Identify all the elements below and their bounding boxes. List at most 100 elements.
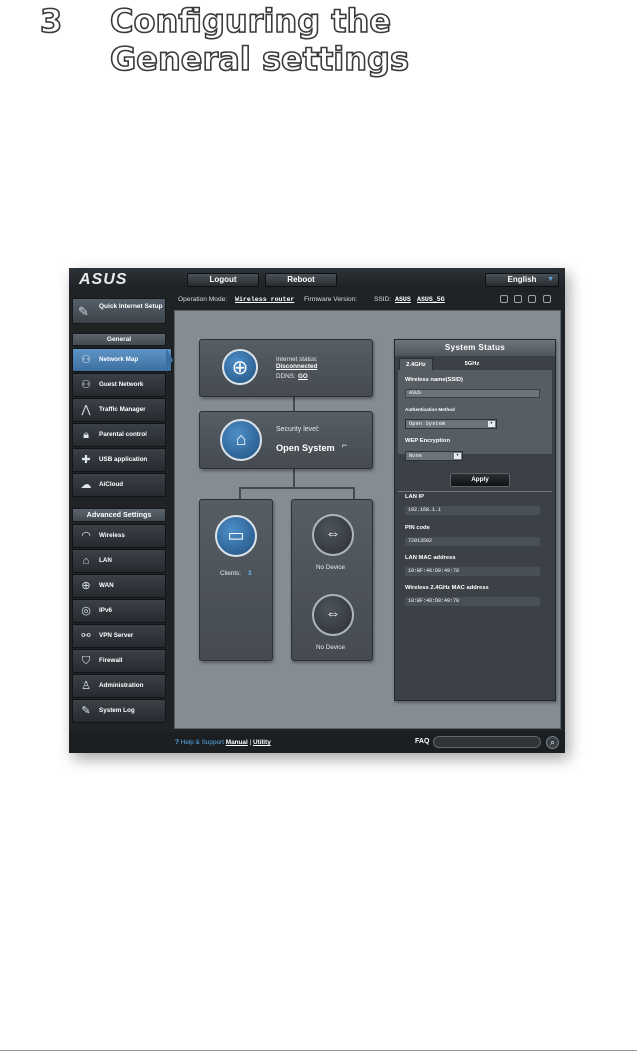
- lan-mac-value: 10:BF:48:D8:49:78: [405, 567, 540, 576]
- system-status-panel: System Status 2.4GHz 5GHz Wireless name(…: [394, 339, 556, 701]
- lan-mac-label: LAN MAC address: [405, 555, 456, 561]
- nav-label: LAN: [99, 557, 112, 564]
- ddns-go-link[interactable]: GO: [298, 373, 308, 380]
- quick-internet-setup-button[interactable]: ✎ Quick Internet Setup: [72, 298, 166, 324]
- nav-system-log[interactable]: ✎ System Log: [72, 699, 166, 723]
- router-icon: ⌂: [220, 419, 262, 461]
- nav-wan[interactable]: ⊕ WAN: [72, 574, 166, 598]
- tab-24ghz[interactable]: 2.4GHz: [399, 358, 433, 370]
- usb-devices-card[interactable]: ⇔ No Device ⇔ No Device: [291, 499, 373, 661]
- nav-vpn-server[interactable]: ⚯ VPN Server: [72, 624, 166, 648]
- ipv6-icon: ◎: [81, 605, 91, 617]
- wireless-mac-label: Wireless 2.4GHz MAC address: [405, 585, 489, 591]
- advanced-settings-header: Advanced Settings: [72, 508, 166, 522]
- help-icon: ❓︎: [175, 739, 179, 746]
- usb-application-icon: ✚: [81, 454, 91, 466]
- system-status-title: System Status: [395, 340, 555, 356]
- nav-administration[interactable]: ♙ Administration: [72, 674, 166, 698]
- ddns-label: DDNS:: [276, 373, 296, 380]
- usb-icon: ⇔: [312, 514, 354, 556]
- system-log-icon: ✎: [81, 705, 91, 717]
- nav-label: Traffic Manager: [99, 406, 146, 413]
- client-status-icon[interactable]: [500, 295, 508, 303]
- connector-line: [353, 487, 355, 499]
- language-select[interactable]: English ▼: [485, 273, 559, 287]
- wireless-mac-value: 10:BF:48:D8:49:78: [405, 597, 540, 606]
- clients-count-link[interactable]: 3: [248, 570, 252, 577]
- internet-status-label: Internet status:: [276, 356, 318, 363]
- search-icon[interactable]: ⌕: [546, 736, 559, 749]
- nav-traffic-manager[interactable]: ⋀ Traffic Manager: [72, 398, 166, 422]
- nav-label: Firewall: [99, 657, 123, 664]
- reboot-button[interactable]: Reboot: [265, 273, 337, 287]
- language-label: English: [507, 275, 537, 284]
- pin-code-value: 72013502: [405, 537, 540, 546]
- apply-button[interactable]: Apply: [450, 473, 510, 487]
- network-map-panel: ⊕ Internet status: Disconnected DDNS: GO…: [174, 310, 561, 729]
- network-map-icon: ⚇: [81, 354, 91, 366]
- copy-status-icon[interactable]: [514, 295, 522, 303]
- nav-firewall[interactable]: ⛉ Firewall: [72, 649, 166, 673]
- help-support: ❓︎ Help & Support Manual | Utility: [175, 739, 271, 747]
- lan-ip-value: 192.168.1.1: [405, 506, 540, 515]
- ssid-link-24[interactable]: ASUS: [395, 296, 411, 303]
- lan-icon: ⌂: [82, 555, 90, 567]
- traffic-manager-icon: ⋀: [81, 404, 91, 416]
- monitor-icon: ▭: [215, 515, 257, 557]
- nav-lan[interactable]: ⌂ LAN: [72, 549, 166, 573]
- internet-status-link[interactable]: Disconnected: [276, 363, 317, 370]
- section-number: 3: [39, 1, 63, 41]
- connector-line: [293, 469, 295, 487]
- help-support-label: Help & Support: [180, 739, 224, 746]
- nav-label: System Log: [99, 707, 135, 714]
- usb-2-status: No Device: [316, 644, 346, 651]
- operation-mode-label: Operation Mode:: [178, 296, 228, 303]
- ssid-label: SSID:: [374, 296, 392, 303]
- quick-setup-label: Quick Internet Setup: [99, 303, 163, 310]
- faq-search-input[interactable]: [433, 736, 541, 748]
- nav-parental-control[interactable]: 🔒︎ Parental control: [72, 423, 166, 447]
- ssid-link-5[interactable]: ASUS_5G: [417, 296, 445, 303]
- wireless-icon: ◠: [81, 530, 91, 542]
- nav-network-map[interactable]: ⚇ Network Map: [72, 348, 172, 372]
- nav-usb-application[interactable]: ✚ USB application: [72, 448, 166, 472]
- parental-control-icon: 🔒︎: [83, 429, 89, 441]
- nav-label: Network Map: [99, 356, 139, 363]
- router-admin-screenshot: ASUS Logout Reboot English ▼ Operation M…: [69, 268, 565, 753]
- ssid-input[interactable]: ASUS: [405, 389, 540, 398]
- manual-link[interactable]: Manual: [226, 739, 248, 746]
- vpn-server-icon: ⚯: [81, 630, 91, 642]
- nav-label: IPv6: [99, 607, 112, 614]
- logout-button[interactable]: Logout: [187, 273, 259, 287]
- nav-label: Wireless: [99, 532, 125, 539]
- operation-mode-link[interactable]: Wireless router: [235, 296, 294, 303]
- chevron-down-icon: ▼: [454, 453, 461, 459]
- router-security-card[interactable]: ⌂ Security level: Open System ⌐: [199, 411, 373, 469]
- wand-icon: ✎: [78, 304, 89, 319]
- nav-label: USB application: [99, 456, 148, 463]
- link-separator: |: [249, 739, 252, 746]
- page-footer-rule: [0, 1050, 637, 1051]
- auth-method-select[interactable]: Open System ▼: [405, 419, 497, 429]
- usb-status-icon[interactable]: [528, 295, 536, 303]
- nav-ipv6[interactable]: ◎ IPv6: [72, 599, 166, 623]
- nav-label: AiCloud: [99, 481, 124, 488]
- general-header: General: [72, 333, 166, 346]
- firewall-icon: ⛉: [81, 655, 91, 667]
- nav-label: Parental control: [99, 431, 147, 438]
- clients-card[interactable]: ▭ Clients: 3: [199, 499, 273, 661]
- tab-5ghz[interactable]: 5GHz: [455, 358, 489, 370]
- utility-link[interactable]: Utility: [253, 739, 271, 746]
- nav-aicloud[interactable]: ☁︎ AiCloud: [72, 473, 166, 497]
- nav-label: VPN Server: [99, 632, 134, 639]
- internet-status-card[interactable]: ⊕ Internet status: Disconnected DDNS: GO: [199, 339, 373, 397]
- connector-line: [239, 487, 241, 499]
- chevron-down-icon: ▼: [547, 276, 554, 283]
- top-bar: ASUS Logout Reboot English ▼: [69, 268, 565, 292]
- nav-wireless[interactable]: ◠ Wireless: [72, 524, 166, 548]
- printer-status-icon[interactable]: [543, 295, 551, 303]
- wep-encryption-select[interactable]: None ▼: [405, 451, 463, 461]
- clients-label: Clients:: [220, 570, 241, 577]
- pin-code-label: PIN code: [405, 525, 430, 531]
- nav-guest-network[interactable]: ⚇ Guest Network: [72, 373, 166, 397]
